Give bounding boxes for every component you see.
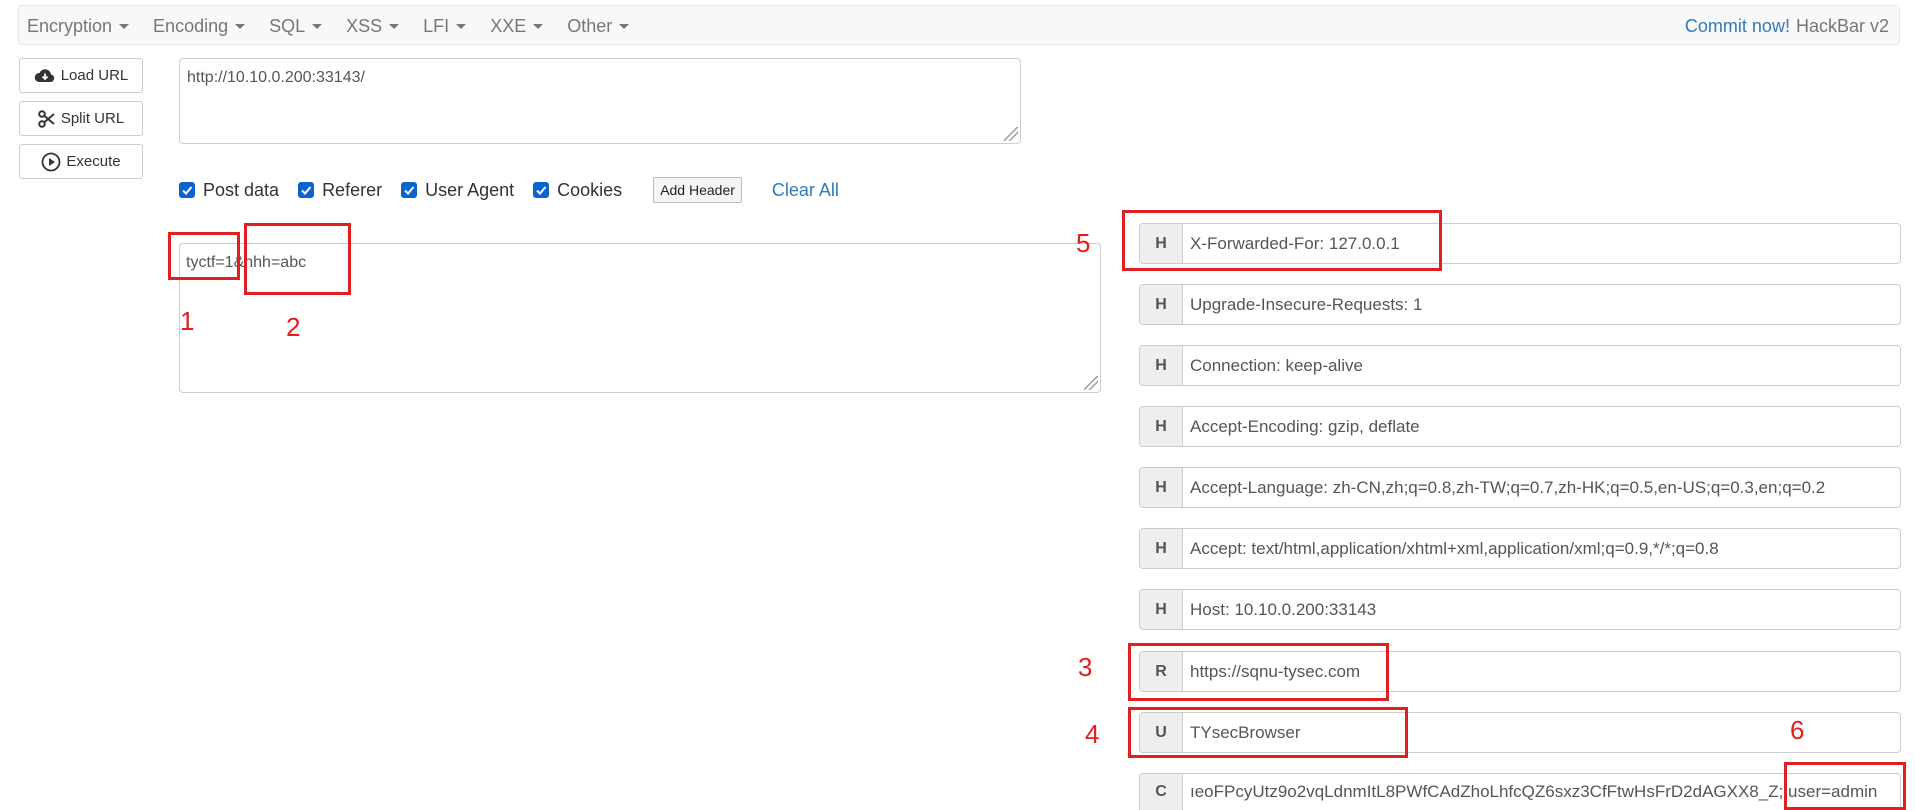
referer-checkbox[interactable]: Referer bbox=[298, 180, 382, 201]
menu-sql-label: SQL bbox=[269, 15, 306, 36]
menu-other-label: Other bbox=[567, 15, 613, 36]
clear-all-link[interactable]: Clear All bbox=[772, 180, 839, 201]
annotation-box-5 bbox=[1122, 210, 1442, 271]
annotation-box-2 bbox=[244, 223, 351, 295]
caret-down-icon bbox=[533, 24, 544, 30]
nav-menu: Encryption Encoding SQL XSS LFI XXE Othe… bbox=[27, 6, 653, 46]
brand-name: HackBar v2 bbox=[1795, 15, 1889, 36]
menu-lfi-label: LFI bbox=[423, 15, 450, 36]
header-type-tag: H bbox=[1140, 468, 1183, 507]
execute-label: Execute bbox=[66, 153, 121, 170]
annotation-box-4 bbox=[1128, 707, 1408, 758]
caret-down-icon bbox=[619, 24, 630, 30]
checkmark-icon bbox=[401, 182, 418, 198]
menu-lfi[interactable]: LFI bbox=[423, 15, 467, 37]
annotation-number-3: 3 bbox=[1078, 652, 1093, 682]
header-value[interactable]: Host: 10.10.0.200:33143 bbox=[1183, 590, 1376, 629]
menu-encoding-label: Encoding bbox=[153, 15, 229, 36]
annotation-number-5: 5 bbox=[1076, 228, 1091, 258]
caret-down-icon bbox=[235, 24, 246, 30]
menu-other[interactable]: Other bbox=[567, 15, 630, 37]
header-type-tag: H bbox=[1140, 529, 1183, 568]
cloud-download-icon bbox=[34, 68, 54, 82]
header-value[interactable]: Accept-Encoding: gzip, deflate bbox=[1183, 407, 1420, 446]
menu-encryption-label: Encryption bbox=[27, 15, 113, 36]
checkmark-icon bbox=[533, 182, 550, 198]
add-header-button[interactable]: Add Header bbox=[653, 177, 742, 203]
caret-down-icon bbox=[119, 24, 130, 30]
header-row[interactable]: H Connection: keep-alive bbox=[1139, 345, 1901, 386]
commit-now-link[interactable]: Commit now! bbox=[1685, 16, 1790, 37]
post-data-checkbox[interactable]: Post data bbox=[179, 180, 279, 201]
nav-right: Commit now! HackBar v2 bbox=[1685, 6, 1889, 46]
header-value[interactable]: Connection: keep-alive bbox=[1183, 346, 1363, 385]
user-agent-label: User Agent bbox=[425, 179, 515, 200]
menu-xxe[interactable]: XXE bbox=[490, 15, 544, 37]
header-value[interactable]: Upgrade-Insecure-Requests: 1 bbox=[1183, 285, 1422, 324]
caret-down-icon bbox=[456, 24, 467, 30]
checkmark-icon bbox=[179, 182, 195, 198]
header-value[interactable]: ıeoFPcyUtz9o2vqLdnmItL8PWfCAdZhoLhfcQZ6s… bbox=[1183, 774, 1877, 810]
caret-down-icon bbox=[312, 24, 323, 30]
header-row[interactable]: H Host: 10.10.0.200:33143 bbox=[1139, 589, 1901, 630]
menu-sql[interactable]: SQL bbox=[269, 15, 323, 37]
split-url-label: Split URL bbox=[60, 110, 125, 127]
annotation-number-2: 2 bbox=[286, 312, 301, 342]
header-type-tag: C bbox=[1140, 774, 1183, 810]
scissors-icon bbox=[38, 109, 55, 128]
load-url-button[interactable]: Load URL bbox=[19, 58, 143, 93]
caret-down-icon bbox=[389, 24, 400, 30]
execute-button[interactable]: Execute bbox=[19, 144, 143, 179]
menu-xxe-label: XXE bbox=[490, 15, 527, 36]
menu-xss-label: XSS bbox=[346, 15, 383, 36]
annotation-box-3 bbox=[1128, 643, 1389, 701]
annotation-box-6 bbox=[1784, 762, 1906, 810]
hackbar-navbar: Encryption Encoding SQL XSS LFI XXE Othe… bbox=[18, 5, 1900, 45]
menu-xss[interactable]: XSS bbox=[346, 15, 400, 37]
header-row[interactable]: H Accept: text/html,application/xhtml+xm… bbox=[1139, 528, 1901, 569]
resize-handle-icon[interactable] bbox=[1004, 127, 1018, 141]
menu-encryption[interactable]: Encryption bbox=[27, 15, 130, 37]
header-row[interactable]: H Accept-Language: zh-CN,zh;q=0.8,zh-TW;… bbox=[1139, 467, 1901, 508]
annotation-number-6: 6 bbox=[1790, 715, 1805, 745]
play-circle-icon bbox=[41, 152, 61, 171]
header-row[interactable]: H Accept-Encoding: gzip, deflate bbox=[1139, 406, 1901, 447]
referer-label: Referer bbox=[322, 179, 383, 200]
annotation-box-1 bbox=[168, 232, 240, 280]
url-text: http://10.10.0.200:33143/ bbox=[187, 69, 365, 86]
checkmark-icon bbox=[298, 182, 315, 198]
options-row: Post data Referer User Agent Cookies Add… bbox=[179, 176, 839, 204]
header-type-tag: H bbox=[1140, 407, 1183, 446]
header-type-tag: H bbox=[1140, 285, 1183, 324]
header-value[interactable]: Accept: text/html,application/xhtml+xml,… bbox=[1183, 529, 1719, 568]
load-url-label: Load URL bbox=[60, 67, 129, 84]
header-type-tag: H bbox=[1140, 590, 1183, 629]
cookies-checkbox[interactable]: Cookies bbox=[533, 180, 622, 201]
header-value[interactable]: Accept-Language: zh-CN,zh;q=0.8,zh-TW;q=… bbox=[1183, 468, 1825, 507]
menu-encoding[interactable]: Encoding bbox=[153, 15, 246, 37]
annotation-number-1: 1 bbox=[180, 306, 195, 336]
header-row[interactable]: H Upgrade-Insecure-Requests: 1 bbox=[1139, 284, 1901, 325]
header-type-tag: H bbox=[1140, 346, 1183, 385]
split-url-button[interactable]: Split URL bbox=[19, 101, 143, 136]
post-data-label: Post data bbox=[203, 179, 280, 200]
annotation-number-4: 4 bbox=[1085, 719, 1100, 749]
url-textarea[interactable]: http://10.10.0.200:33143/ bbox=[179, 58, 1021, 144]
cookies-label: Cookies bbox=[557, 179, 623, 200]
user-agent-checkbox[interactable]: User Agent bbox=[401, 180, 514, 201]
resize-handle-icon[interactable] bbox=[1084, 376, 1098, 390]
